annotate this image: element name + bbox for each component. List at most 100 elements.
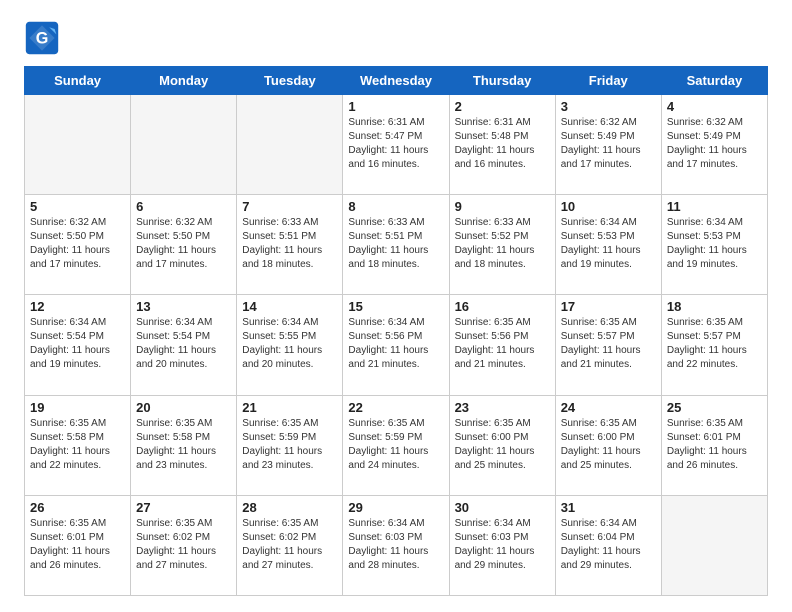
day-cell: 20 Sunrise: 6:35 AM Sunset: 5:58 PM Dayli… (131, 395, 237, 495)
day-cell: 19Sunrise: 6:35 AM Sunset: 5:58 PM Dayli… (25, 395, 131, 495)
day-info: Sunrise: 6:32 AM Sunset: 5:50 PM Dayligh… (30, 216, 125, 272)
logo-icon: G (24, 20, 60, 56)
day-cell: 7Sunrise: 6:33 AM Sunset: 5:51 PM Daylig… (237, 195, 343, 295)
day-info: Sunrise: 6:35 AM Sunset: 5:56 PM Dayligh… (455, 316, 550, 372)
day-number: 4 (667, 99, 762, 114)
day-info: Sunrise: 6:31 AM Sunset: 5:48 PM Dayligh… (455, 116, 550, 172)
day-cell: 10 Sunrise: 6:34 AM Sunset: 5:53 PM Dayli… (555, 195, 661, 295)
day-info: Sunrise: 6:35 AM Sunset: 5:58 PM Dayligh… (30, 417, 125, 473)
weekday-friday: Friday (555, 67, 661, 95)
weekday-tuesday: Tuesday (237, 67, 343, 95)
day-cell: 6 Sunrise: 6:32 AM Sunset: 5:50 PM Daylig… (131, 195, 237, 295)
day-number: 25 (667, 400, 762, 415)
day-cell: 18 Sunrise: 6:35 AM Sunset: 5:57 PM Dayli… (661, 295, 767, 395)
day-info: Sunrise: 6:32 AM Sunset: 5:49 PM Dayligh… (561, 116, 656, 172)
day-number: 22 (348, 400, 443, 415)
weekday-wednesday: Wednesday (343, 67, 449, 95)
day-number: 9 (455, 199, 550, 214)
day-number: 17 (561, 299, 656, 314)
day-info: Sunrise: 6:35 AM Sunset: 6:02 PM Dayligh… (242, 517, 337, 573)
day-cell (131, 95, 237, 195)
day-number: 6 (136, 199, 231, 214)
day-cell: 28Sunrise: 6:35 AM Sunset: 6:02 PM Dayli… (237, 495, 343, 595)
day-info: Sunrise: 6:35 AM Sunset: 6:01 PM Dayligh… (667, 417, 762, 473)
day-cell: 24 Sunrise: 6:35 AM Sunset: 6:00 PM Dayli… (555, 395, 661, 495)
day-info: Sunrise: 6:35 AM Sunset: 5:59 PM Dayligh… (242, 417, 337, 473)
day-cell: 1 Sunrise: 6:31 AM Sunset: 5:47 PM Daylig… (343, 95, 449, 195)
day-info: Sunrise: 6:35 AM Sunset: 5:58 PM Dayligh… (136, 417, 231, 473)
day-info: Sunrise: 6:34 AM Sunset: 5:56 PM Dayligh… (348, 316, 443, 372)
weekday-thursday: Thursday (449, 67, 555, 95)
day-number: 15 (348, 299, 443, 314)
day-number: 16 (455, 299, 550, 314)
day-number: 29 (348, 500, 443, 515)
day-cell: 25 Sunrise: 6:35 AM Sunset: 6:01 PM Dayli… (661, 395, 767, 495)
day-cell: 2 Sunrise: 6:31 AM Sunset: 5:48 PM Daylig… (449, 95, 555, 195)
day-cell: 15 Sunrise: 6:34 AM Sunset: 5:56 PM Dayli… (343, 295, 449, 395)
week-row-0: 1 Sunrise: 6:31 AM Sunset: 5:47 PM Daylig… (25, 95, 768, 195)
day-number: 26 (30, 500, 125, 515)
day-cell: 14 Sunrise: 6:34 AM Sunset: 5:55 PM Dayli… (237, 295, 343, 395)
day-cell: 12Sunrise: 6:34 AM Sunset: 5:54 PM Dayli… (25, 295, 131, 395)
day-cell: 27 Sunrise: 6:35 AM Sunset: 6:02 PM Dayli… (131, 495, 237, 595)
day-number: 23 (455, 400, 550, 415)
day-number: 13 (136, 299, 231, 314)
day-info: Sunrise: 6:35 AM Sunset: 5:57 PM Dayligh… (667, 316, 762, 372)
day-info: Sunrise: 6:34 AM Sunset: 5:53 PM Dayligh… (561, 216, 656, 272)
week-row-1: 5Sunrise: 6:32 AM Sunset: 5:50 PM Daylig… (25, 195, 768, 295)
calendar-table: SundayMondayTuesdayWednesdayThursdayFrid… (24, 66, 768, 596)
logo: G (24, 20, 64, 56)
day-number: 20 (136, 400, 231, 415)
day-info: Sunrise: 6:33 AM Sunset: 5:52 PM Dayligh… (455, 216, 550, 272)
day-info: Sunrise: 6:35 AM Sunset: 5:59 PM Dayligh… (348, 417, 443, 473)
day-info: Sunrise: 6:34 AM Sunset: 5:55 PM Dayligh… (242, 316, 337, 372)
week-row-4: 26 Sunrise: 6:35 AM Sunset: 6:01 PM Dayli… (25, 495, 768, 595)
day-info: Sunrise: 6:35 AM Sunset: 6:00 PM Dayligh… (455, 417, 550, 473)
day-cell: 26 Sunrise: 6:35 AM Sunset: 6:01 PM Dayli… (25, 495, 131, 595)
day-cell (237, 95, 343, 195)
svg-text:G: G (36, 29, 49, 47)
day-info: Sunrise: 6:35 AM Sunset: 6:02 PM Dayligh… (136, 517, 231, 573)
day-number: 1 (348, 99, 443, 114)
day-cell: 21 Sunrise: 6:35 AM Sunset: 5:59 PM Dayli… (237, 395, 343, 495)
day-info: Sunrise: 6:32 AM Sunset: 5:50 PM Dayligh… (136, 216, 231, 272)
weekday-header-row: SundayMondayTuesdayWednesdayThursdayFrid… (25, 67, 768, 95)
day-cell (25, 95, 131, 195)
day-info: Sunrise: 6:31 AM Sunset: 5:47 PM Dayligh… (348, 116, 443, 172)
day-info: Sunrise: 6:34 AM Sunset: 6:03 PM Dayligh… (348, 517, 443, 573)
day-number: 14 (242, 299, 337, 314)
day-number: 27 (136, 500, 231, 515)
day-cell: 4Sunrise: 6:32 AM Sunset: 5:49 PM Daylig… (661, 95, 767, 195)
day-cell: 13 Sunrise: 6:34 AM Sunset: 5:54 PM Dayli… (131, 295, 237, 395)
day-number: 2 (455, 99, 550, 114)
weekday-sunday: Sunday (25, 67, 131, 95)
day-info: Sunrise: 6:33 AM Sunset: 5:51 PM Dayligh… (242, 216, 337, 272)
day-number: 18 (667, 299, 762, 314)
day-info: Sunrise: 6:35 AM Sunset: 6:00 PM Dayligh… (561, 417, 656, 473)
day-cell: 8 Sunrise: 6:33 AM Sunset: 5:51 PM Daylig… (343, 195, 449, 295)
weekday-saturday: Saturday (661, 67, 767, 95)
day-number: 3 (561, 99, 656, 114)
day-info: Sunrise: 6:34 AM Sunset: 5:53 PM Dayligh… (667, 216, 762, 272)
day-number: 30 (455, 500, 550, 515)
day-cell: 9 Sunrise: 6:33 AM Sunset: 5:52 PM Daylig… (449, 195, 555, 295)
day-cell: 29 Sunrise: 6:34 AM Sunset: 6:03 PM Dayli… (343, 495, 449, 595)
day-cell: 31Sunrise: 6:34 AM Sunset: 6:04 PM Dayli… (555, 495, 661, 595)
day-info: Sunrise: 6:35 AM Sunset: 6:01 PM Dayligh… (30, 517, 125, 573)
day-cell: 16 Sunrise: 6:35 AM Sunset: 5:56 PM Dayli… (449, 295, 555, 395)
day-number: 11 (667, 199, 762, 214)
day-cell: 22 Sunrise: 6:35 AM Sunset: 5:59 PM Dayli… (343, 395, 449, 495)
day-number: 8 (348, 199, 443, 214)
day-number: 10 (561, 199, 656, 214)
day-info: Sunrise: 6:34 AM Sunset: 5:54 PM Dayligh… (136, 316, 231, 372)
day-info: Sunrise: 6:35 AM Sunset: 5:57 PM Dayligh… (561, 316, 656, 372)
day-cell (661, 495, 767, 595)
day-number: 24 (561, 400, 656, 415)
day-number: 31 (561, 500, 656, 515)
day-number: 21 (242, 400, 337, 415)
day-info: Sunrise: 6:34 AM Sunset: 6:03 PM Dayligh… (455, 517, 550, 573)
day-cell: 30 Sunrise: 6:34 AM Sunset: 6:03 PM Dayli… (449, 495, 555, 595)
week-row-2: 12Sunrise: 6:34 AM Sunset: 5:54 PM Dayli… (25, 295, 768, 395)
header: G (24, 20, 768, 56)
day-info: Sunrise: 6:33 AM Sunset: 5:51 PM Dayligh… (348, 216, 443, 272)
